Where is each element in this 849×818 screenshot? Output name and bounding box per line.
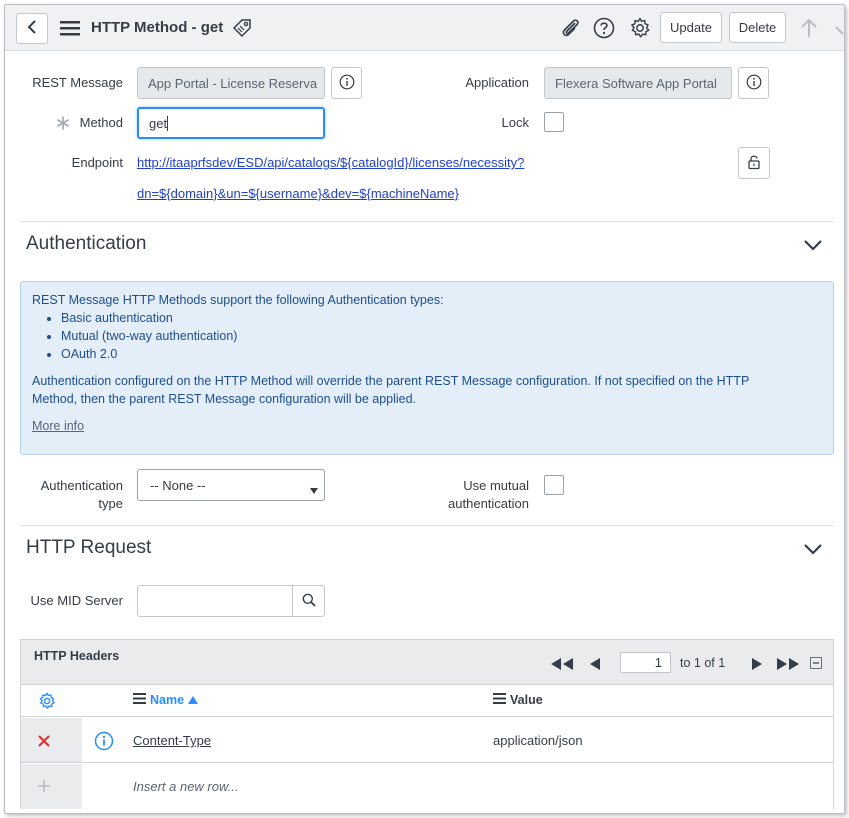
mutual-auth-label-1: Use mutual: [463, 478, 529, 493]
info-intro-text: REST Message HTTP Methods support the fo…: [32, 293, 444, 307]
insert-row: Insert a new row...: [21, 764, 833, 809]
authentication-section-title: Authentication: [26, 233, 147, 254]
help-icon[interactable]: [592, 16, 616, 40]
delete-button[interactable]: Delete: [729, 12, 786, 43]
mid-server-label: Use MID Server: [30, 593, 123, 608]
method-input-value: get: [149, 115, 168, 131]
add-row-icon[interactable]: [37, 779, 51, 793]
auth-types-list: Basic authentication Mutual (two-way aut…: [21, 309, 237, 363]
name-column-header[interactable]: Name: [133, 693, 199, 707]
method-label: Method: [79, 115, 123, 130]
column-menu-icon: [133, 693, 146, 707]
table-row: Content-Type application/json: [21, 718, 833, 763]
previous-page-icon[interactable]: [587, 657, 601, 671]
info-icon[interactable]: [93, 730, 115, 752]
last-page-icon[interactable]: [775, 657, 801, 671]
back-button[interactable]: [16, 13, 48, 44]
gear-icon[interactable]: [628, 16, 652, 40]
application-info-button[interactable]: [738, 67, 769, 99]
rest-message-label: REST Message: [32, 75, 123, 90]
endpoint-link-line1[interactable]: http://itaaprfsdev/ESD/api/catalogs/${ca…: [137, 155, 524, 170]
http-headers-related-list: HTTP Headers 1 to 1 of 1 Name Value Cont…: [20, 639, 834, 809]
rest-message-field[interactable]: App Portal - License Reserva: [137, 67, 325, 99]
section-divider: [20, 221, 834, 222]
mutual-auth-label-2: authentication: [448, 496, 529, 511]
header-value-cell[interactable]: application/json: [493, 733, 583, 748]
related-list-title: HTTP Headers: [34, 649, 120, 663]
application-label: Application: [465, 75, 529, 90]
form-header: HTTP Method - get Update Delete: [5, 5, 844, 51]
first-page-icon[interactable]: [549, 657, 575, 671]
endpoint-label: Endpoint: [71, 155, 123, 170]
list-item: Mutual (two-way authentication): [61, 327, 237, 345]
info-icon: [339, 74, 355, 93]
mutual-auth-checkbox[interactable]: [544, 475, 564, 495]
insert-new-row-placeholder[interactable]: Insert a new row...: [133, 779, 239, 794]
unlock-button[interactable]: [738, 147, 770, 179]
chevron-left-icon: [27, 20, 37, 37]
value-column-header[interactable]: Value: [493, 693, 543, 707]
row-gutter: [21, 764, 82, 809]
arrow-up-icon[interactable]: [798, 17, 820, 39]
update-button[interactable]: Update: [660, 12, 722, 43]
page-range-text: to 1 of 1: [680, 656, 726, 670]
lock-label: Lock: [501, 115, 529, 130]
info-icon: [746, 74, 762, 93]
sort-ascending-icon: [188, 693, 199, 707]
method-input[interactable]: get: [137, 107, 325, 139]
mid-server-search-button[interactable]: [292, 585, 325, 617]
arrow-down-icon[interactable]: [833, 17, 844, 39]
page-number-input[interactable]: 1: [620, 652, 671, 673]
mid-server-input[interactable]: [137, 585, 293, 617]
next-page-icon[interactable]: [750, 657, 764, 671]
search-icon: [302, 593, 316, 610]
info-override-text-2: Method, then the parent REST Message con…: [32, 392, 417, 406]
chevron-down-icon[interactable]: [801, 539, 825, 559]
table-column-header: Name Value: [21, 685, 833, 717]
auth-type-label-2: type: [98, 496, 123, 511]
page-number-value: 1: [654, 655, 662, 670]
collapse-list-icon[interactable]: [810, 657, 822, 669]
auth-type-selected: -- None --: [150, 477, 206, 493]
mandatory-asterisk-icon: [55, 115, 71, 131]
value-column-label: Value: [510, 693, 543, 707]
auth-type-label-1: Authentication: [40, 478, 123, 493]
lock-checkbox[interactable]: [544, 112, 564, 132]
name-column-label: Name: [150, 693, 185, 707]
column-menu-icon: [493, 693, 506, 707]
delete-row-icon[interactable]: [36, 733, 52, 749]
paperclip-icon[interactable]: [559, 17, 581, 39]
related-list-header: HTTP Headers 1 to 1 of 1: [21, 640, 833, 685]
form-window: HTTP Method - get Update Delete REST Mes…: [4, 4, 845, 814]
unlock-icon: [747, 154, 761, 173]
authentication-info-box: REST Message HTTP Methods support the fo…: [20, 281, 834, 455]
header-name-link[interactable]: Content-Type: [133, 733, 211, 748]
menu-icon[interactable]: [60, 19, 80, 37]
http-request-section-title: HTTP Request: [26, 537, 152, 558]
more-info-link[interactable]: More info: [32, 417, 84, 435]
auth-type-select[interactable]: -- None --: [137, 469, 325, 501]
endpoint-link-line2[interactable]: dn=${domain}&un=${username}&dev=${machin…: [137, 186, 459, 201]
page-title: HTTP Method - get: [91, 19, 224, 36]
info-override-text-1: Authentication configured on the HTTP Me…: [32, 374, 750, 388]
list-settings-gear-icon[interactable]: [37, 691, 57, 711]
chevron-down-icon[interactable]: [801, 235, 825, 255]
rest-message-info-button[interactable]: [331, 67, 362, 99]
dropdown-arrow-icon: [310, 482, 318, 497]
tag-icon[interactable]: [231, 17, 253, 39]
section-divider: [20, 525, 834, 526]
list-item: Basic authentication: [61, 309, 237, 327]
list-item: OAuth 2.0: [61, 345, 237, 363]
application-field[interactable]: Flexera Software App Portal: [544, 67, 732, 99]
